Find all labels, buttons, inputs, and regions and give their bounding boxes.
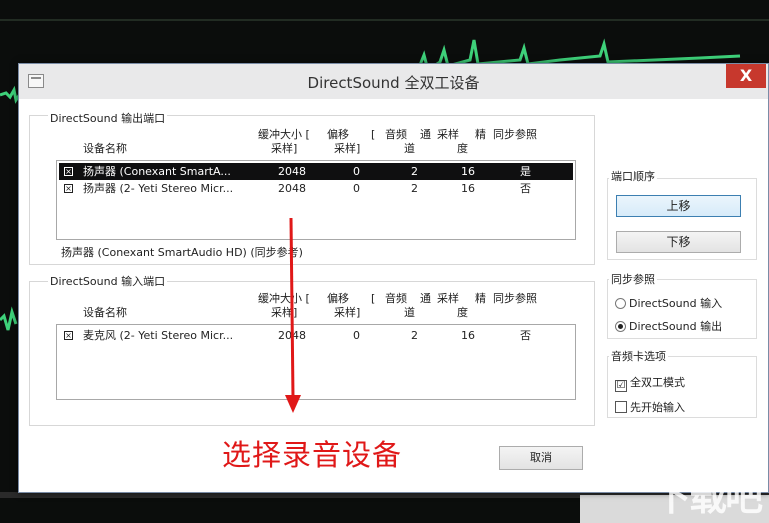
- col-channels-1: 音频: [385, 128, 407, 141]
- directsound-dialog: DirectSound 全双工设备 X DirectSound 输出端口 设备名…: [18, 63, 769, 493]
- cell-buffer: 2048: [278, 329, 306, 342]
- col-bits-1: 采样: [437, 292, 459, 305]
- cell-channels: 2: [411, 165, 418, 178]
- col-offset-1: 偏移: [327, 292, 349, 305]
- col-sync: 同步参照: [493, 128, 537, 141]
- output-device-list[interactable]: × 扬声器 (Conexant SmartA... 2048 0 2 16 是 …: [56, 160, 576, 240]
- row-checkbox[interactable]: ×: [64, 167, 73, 176]
- col-buffer-2: 采样]: [271, 142, 298, 155]
- table-row[interactable]: × 扬声器 (2- Yeti Stereo Micr... 2048 0 2 1…: [59, 180, 573, 197]
- col-bits-1b: 精: [475, 128, 486, 141]
- col-offset-bracket: [: [371, 292, 376, 305]
- col-channels-2: 道: [404, 306, 415, 319]
- cancel-button[interactable]: 取消: [499, 446, 583, 470]
- annotation-text: 选择录音设备: [222, 438, 403, 472]
- move-down-button[interactable]: 下移: [616, 231, 741, 253]
- sync-reference-text: 扬声器 (Conexant SmartAudio HD) (同步参考): [61, 246, 303, 259]
- col-channels-1: 音频: [385, 292, 407, 305]
- col-bits-1b: 精: [475, 292, 486, 305]
- port-order-label: 端口顺序: [609, 168, 657, 184]
- checkbox[interactable]: ☑: [615, 380, 627, 392]
- cell-offset: 0: [353, 165, 360, 178]
- sync-reference-label: 同步参照: [609, 271, 657, 287]
- cell-device: 扬声器 (2- Yeti Stereo Micr...: [83, 182, 234, 195]
- cell-offset: 0: [353, 329, 360, 342]
- col-bits-1: 采样: [437, 128, 459, 141]
- cell-device: 扬声器 (Conexant SmartA...: [83, 165, 231, 178]
- col-sync: 同步参照: [493, 292, 537, 305]
- cell-sync: 否: [520, 329, 531, 342]
- move-up-button[interactable]: 上移: [616, 195, 741, 217]
- cell-channels: 2: [411, 329, 418, 342]
- input-device-list[interactable]: × 麦克风 (2- Yeti Stereo Micr... 2048 0 2 1…: [56, 324, 576, 400]
- cell-sync: 是: [520, 165, 531, 178]
- radio-directsound-input[interactable]: DirectSound 输入: [615, 295, 722, 311]
- col-buffer-1: 缓冲大小 [: [258, 292, 310, 305]
- cell-bits: 16: [461, 329, 475, 342]
- col-offset-2: 采样]: [334, 306, 361, 319]
- checkbox-label: 全双工模式: [630, 376, 685, 389]
- col-buffer-1: 缓冲大小 [: [258, 128, 310, 141]
- sound-card-label: 音频卡选项: [609, 348, 668, 364]
- col-device-name: 设备名称: [83, 306, 127, 319]
- cell-channels: 2: [411, 182, 418, 195]
- output-group-label: DirectSound 输出端口: [48, 110, 168, 126]
- table-row[interactable]: × 扬声器 (Conexant SmartA... 2048 0 2 16 是: [59, 163, 573, 180]
- full-duplex-checkbox[interactable]: ☑ 全双工模式: [615, 374, 685, 392]
- input-group-label: DirectSound 输入端口: [48, 273, 168, 289]
- radio-label: DirectSound 输入: [629, 297, 723, 310]
- col-channels-1b: 通: [420, 128, 431, 141]
- radio-directsound-output[interactable]: DirectSound 输出: [615, 318, 722, 334]
- radio-button[interactable]: [615, 298, 626, 309]
- col-bits-2: 度: [457, 306, 468, 319]
- cell-sync: 否: [520, 182, 531, 195]
- title-bar: DirectSound 全双工设备 X: [19, 64, 768, 99]
- checkbox-label: 先开始输入: [630, 401, 685, 414]
- cell-device: 麦克风 (2- Yeti Stereo Micr...: [83, 329, 234, 342]
- cell-offset: 0: [353, 182, 360, 195]
- col-channels-2: 道: [404, 142, 415, 155]
- cell-bits: 16: [461, 165, 475, 178]
- cell-buffer: 2048: [278, 165, 306, 178]
- table-row[interactable]: × 麦克风 (2- Yeti Stereo Micr... 2048 0 2 1…: [59, 327, 573, 344]
- watermark: 下载吧: [652, 475, 763, 519]
- col-buffer-2: 采样]: [271, 306, 298, 319]
- col-channels-1b: 通: [420, 292, 431, 305]
- cell-buffer: 2048: [278, 182, 306, 195]
- checkbox[interactable]: [615, 401, 627, 413]
- col-offset-1: 偏移: [327, 128, 349, 141]
- row-checkbox[interactable]: ×: [64, 331, 73, 340]
- radio-label: DirectSound 输出: [629, 320, 723, 333]
- window-title: DirectSound 全双工设备: [307, 74, 480, 92]
- col-bits-2: 度: [457, 142, 468, 155]
- cell-bits: 16: [461, 182, 475, 195]
- close-button[interactable]: X: [726, 64, 766, 88]
- row-checkbox[interactable]: ×: [64, 184, 73, 193]
- col-device-name: 设备名称: [83, 142, 127, 155]
- start-input-first-checkbox[interactable]: 先开始输入: [615, 399, 685, 415]
- col-offset-bracket: [: [371, 128, 376, 141]
- col-offset-2: 采样]: [334, 142, 361, 155]
- radio-button[interactable]: [615, 321, 626, 332]
